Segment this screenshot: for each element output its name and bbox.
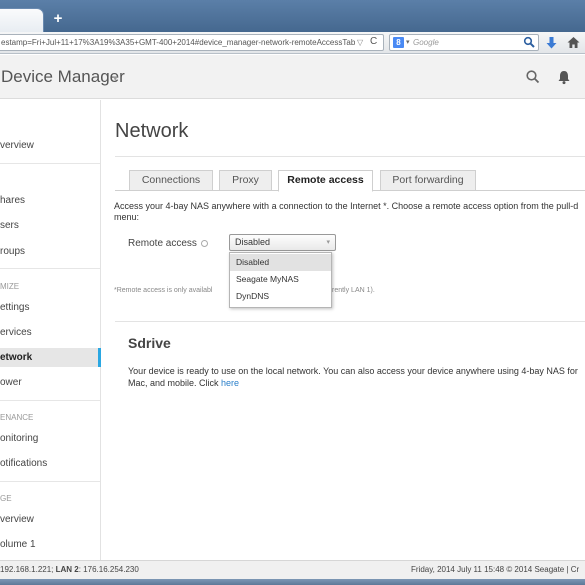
dropdown-option-dyndns[interactable]: DynDNS <box>230 288 331 305</box>
browser-nav-bar: estamp=Fri+Jul+11+17%3A19%3A35+GMT-400+2… <box>0 32 585 54</box>
footnote-right: rently LAN 1). <box>332 287 375 294</box>
status-bar: 192.168.1.221; LAN 2: 176.16.254.230 Fri… <box>0 560 585 579</box>
chevron-down-icon: ▾ <box>326 239 330 246</box>
url-text: estamp=Fri+Jul+11+17%3A19%3A35+GMT-400+2… <box>1 38 356 47</box>
sdrive-text-line-1: Your device is ready to use on the local… <box>128 366 578 376</box>
sidebar-item-storage-overview[interactable]: verview <box>0 510 101 529</box>
sidebar-item-users[interactable]: sers <box>0 216 101 235</box>
title-divider <box>115 156 585 157</box>
network-tabs: Connections Proxy Remote access Port for… <box>115 170 585 192</box>
sidebar-item-services[interactable]: ervices <box>0 323 101 342</box>
sidebar: verview hares sers roups MIZE ettings er… <box>0 100 101 560</box>
sdrive-text-line-2-prefix: Mac, and mobile. Click <box>128 378 222 388</box>
description-line-1: Access your 4-bay NAS anywhere with a co… <box>114 201 579 211</box>
sidebar-item-monitoring[interactable]: onitoring <box>0 429 101 448</box>
remote-access-label: Remote access <box>128 238 197 249</box>
app-title[interactable]: Device Manager <box>1 67 125 87</box>
tab-connections[interactable]: Connections <box>129 170 213 191</box>
remote-access-select[interactable]: Disabled ▾ <box>229 234 336 251</box>
footnote-left: *Remote access is only availabl <box>114 287 213 294</box>
sidebar-section-customize: MIZE <box>0 282 20 291</box>
sidebar-divider <box>0 400 100 401</box>
sdrive-text-line-2: Mac, and mobile. Click here <box>128 377 585 389</box>
search-engine-icon[interactable]: 8 <box>393 37 404 48</box>
browser-tab-strip: + <box>0 0 585 32</box>
description-line-2: menu: <box>114 212 140 222</box>
tab-port-forwarding[interactable]: Port forwarding <box>380 170 476 191</box>
search-placeholder: Google <box>413 38 439 47</box>
search-icon[interactable] <box>525 69 541 85</box>
sidebar-item-shares[interactable]: hares <box>0 191 101 210</box>
search-icon[interactable] <box>523 36 535 48</box>
home-icon[interactable] <box>567 36 580 49</box>
sidebar-item-power[interactable]: ower <box>0 373 101 392</box>
info-icon[interactable] <box>201 240 208 247</box>
sidebar-section-maintenance: ENANCE <box>0 413 34 422</box>
reload-icon[interactable]: C <box>370 35 377 49</box>
sidebar-item-volume-1[interactable]: olume 1 <box>0 535 101 554</box>
lan2-label: LAN 2 <box>55 565 79 574</box>
status-date-copyright: Friday, 2014 July 11 15:48 © 2014 Seagat… <box>411 565 580 574</box>
app-header: Device Manager ▾ <box>0 55 585 99</box>
select-value: Disabled <box>235 237 271 247</box>
remote-access-description: Access your 4-bay NAS anywhere with a co… <box>114 201 585 223</box>
bell-icon[interactable] <box>556 69 572 85</box>
sidebar-divider <box>0 163 100 164</box>
lan2-address: : 176.16.254.230 <box>78 565 139 574</box>
browser-search-bar[interactable]: 8 ▾ Google <box>389 34 539 51</box>
remote-access-dropdown: Disabled Seagate MyNAS DynDNS <box>229 252 332 308</box>
sidebar-divider <box>0 481 100 482</box>
sidebar-divider <box>0 268 100 269</box>
lan1-address: 192.168.1.221; <box>0 565 56 574</box>
page-title: Network <box>115 120 189 142</box>
sidebar-item-network[interactable]: etwork <box>0 348 101 367</box>
sidebar-item-overview[interactable]: verview <box>0 136 101 155</box>
url-history-dropdown-icon[interactable]: ▽ <box>357 35 363 50</box>
lan-addresses: 192.168.1.221; LAN 2: 176.16.254.230 <box>0 561 139 579</box>
sidebar-item-settings[interactable]: ettings <box>0 298 101 317</box>
chevron-down-icon[interactable]: ▾ <box>113 73 118 84</box>
download-icon[interactable] <box>545 36 558 50</box>
dropdown-option-seagate-mynas[interactable]: Seagate MyNAS <box>230 271 331 288</box>
sdrive-heading: Sdrive <box>128 335 171 351</box>
sidebar-section-storage: GE <box>0 494 12 503</box>
tab-proxy[interactable]: Proxy <box>219 170 272 191</box>
sidebar-item-notifications[interactable]: otifications <box>0 454 101 473</box>
browser-tab[interactable] <box>0 8 44 32</box>
os-taskbar <box>0 579 585 585</box>
section-divider <box>115 321 585 322</box>
tab-remote-access[interactable]: Remote access <box>278 170 373 192</box>
sidebar-item-groups[interactable]: roups <box>0 242 101 261</box>
sdrive-text: Your device is ready to use on the local… <box>128 365 585 389</box>
search-engine-dropdown-icon[interactable]: ▾ <box>406 35 410 50</box>
dropdown-option-disabled[interactable]: Disabled <box>230 254 331 271</box>
url-bar[interactable]: estamp=Fri+Jul+11+17%3A19%3A35+GMT-400+2… <box>0 34 384 51</box>
sdrive-here-link[interactable]: here <box>221 378 239 388</box>
new-tab-button[interactable]: + <box>47 9 69 29</box>
